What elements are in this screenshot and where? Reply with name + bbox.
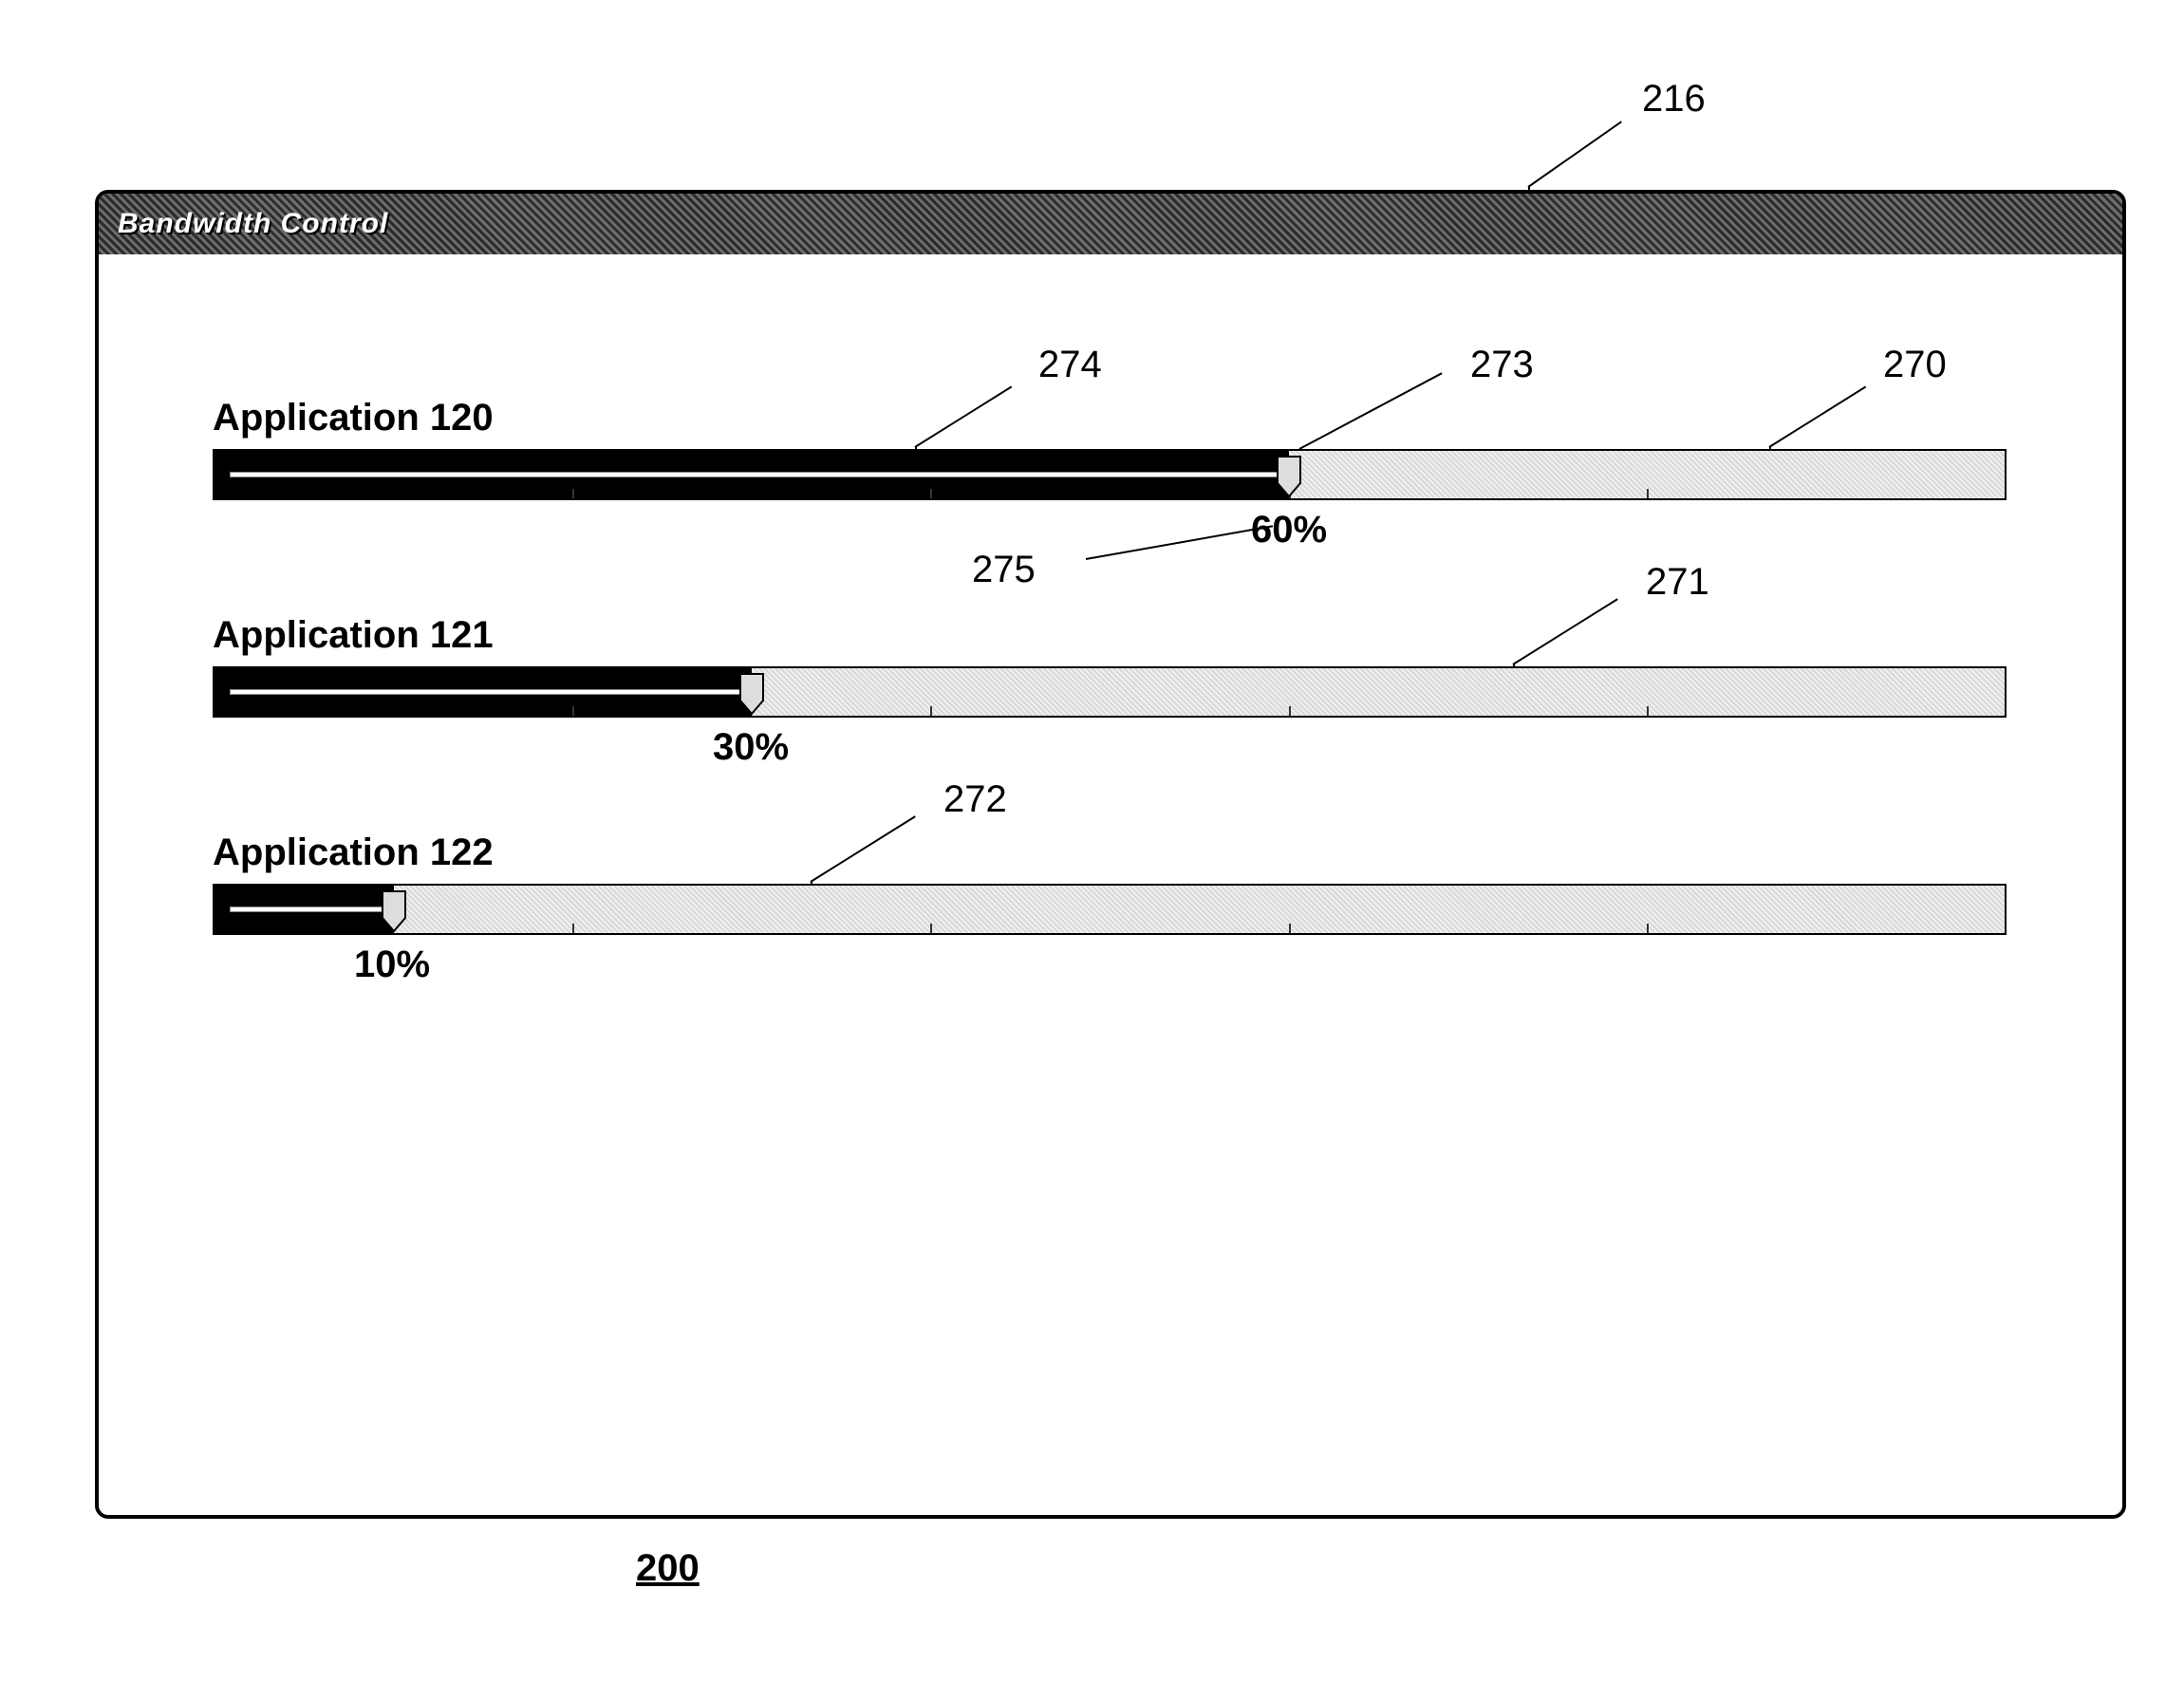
callout-274: 274 (1038, 344, 1102, 386)
callout-275: 275 (972, 549, 1036, 591)
slider-handle-icon[interactable] (381, 889, 407, 933)
bandwidth-slider[interactable] (213, 884, 2007, 935)
callout-272: 272 (943, 778, 1007, 821)
bandwidth-control-window: Bandwidth Control Application 120 274 27… (95, 190, 2126, 1519)
slider-label: Application 122 (213, 832, 2007, 874)
slider-label: Application 120 (213, 397, 2007, 439)
figure-id: 200 (636, 1547, 700, 1590)
slider-row-app-122: Application 122 272 10% (213, 832, 2007, 935)
slider-track (215, 886, 2005, 933)
slider-value: 60% (1251, 509, 1327, 551)
slider-handle-icon[interactable] (1276, 455, 1302, 498)
callout-271: 271 (1646, 561, 1709, 604)
callout-273: 273 (1470, 344, 1534, 386)
callout-216: 216 (1642, 78, 1706, 121)
callout-270: 270 (1883, 344, 1947, 386)
bandwidth-slider[interactable] (213, 666, 2007, 718)
slider-row-app-121: Application 121 271 30% (213, 614, 2007, 718)
bandwidth-slider[interactable] (213, 449, 2007, 500)
slider-value: 10% (354, 944, 430, 986)
slider-handle-icon[interactable] (738, 672, 765, 716)
slider-value: 30% (713, 726, 789, 769)
window-titlebar: Bandwidth Control (99, 194, 2122, 254)
slider-label: Application 121 (213, 614, 2007, 657)
slider-row-app-120: Application 120 274 273 270 (213, 397, 2007, 500)
window-title: Bandwidth Control (118, 208, 388, 240)
